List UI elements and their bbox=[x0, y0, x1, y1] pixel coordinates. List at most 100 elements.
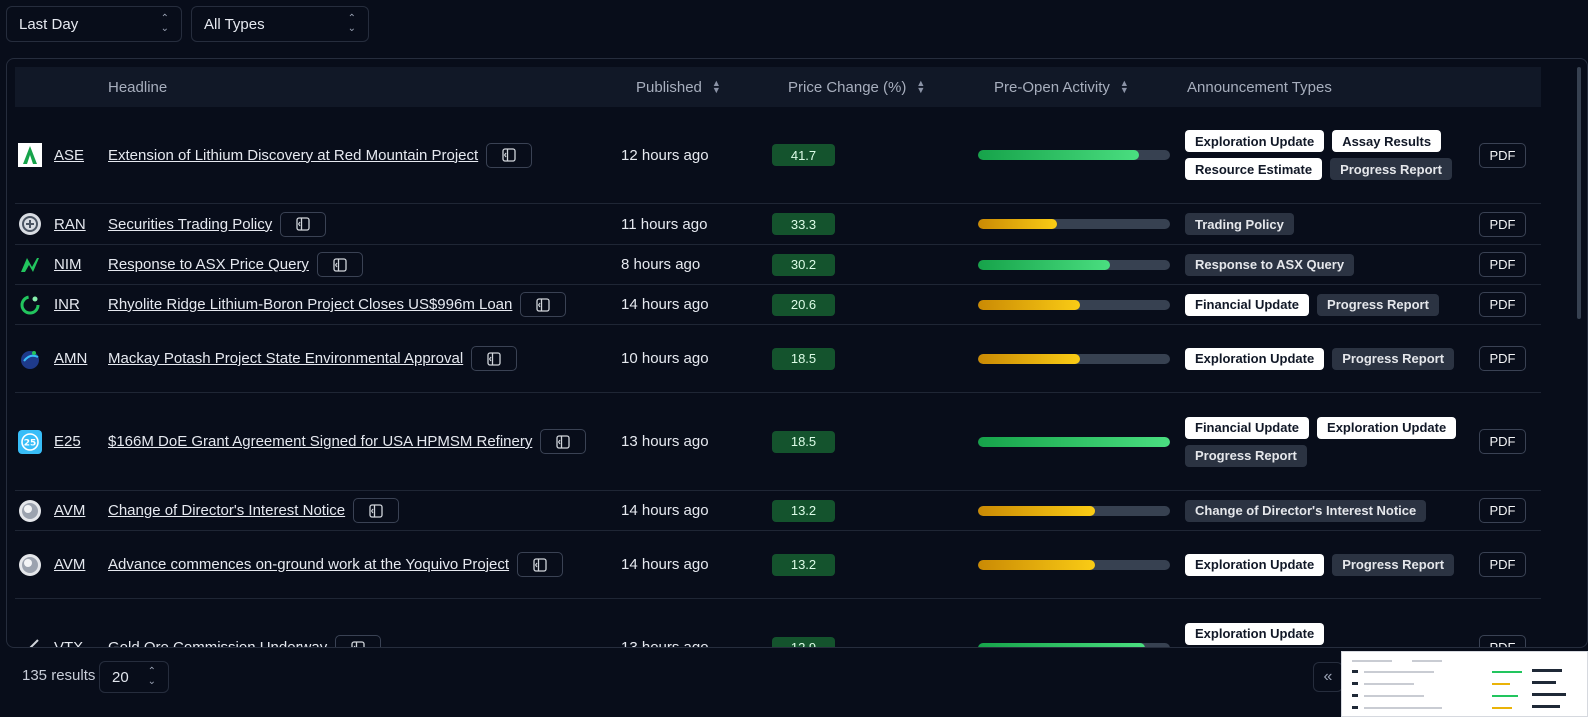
preview-button[interactable] bbox=[471, 346, 518, 371]
preview-button[interactable] bbox=[335, 635, 382, 647]
preopen-activity-cell bbox=[978, 491, 1170, 530]
vertical-scrollbar[interactable] bbox=[1577, 67, 1581, 319]
sort-chevrons-icon[interactable]: ▲ ▼ bbox=[1120, 79, 1129, 95]
announcement-type-tag[interactable]: Response to ASX Query bbox=[1185, 253, 1355, 276]
ticker-cell: AMN bbox=[54, 325, 87, 392]
preview-button[interactable] bbox=[316, 252, 363, 277]
ticker-link[interactable]: AVM bbox=[54, 556, 85, 573]
headline-link[interactable]: $166M DoE Grant Agreement Signed for USA… bbox=[108, 433, 532, 450]
preview-button[interactable] bbox=[517, 552, 564, 577]
headline-link[interactable]: Rhyolite Ridge Lithium-Boron Project Clo… bbox=[108, 296, 512, 313]
announcement-type-tag[interactable]: Change of Director's Interest Notice bbox=[1185, 499, 1427, 522]
table-row: AVM Advance commences on-ground work at … bbox=[15, 531, 1541, 599]
preopen-activity-fill bbox=[978, 505, 1096, 516]
announcement-type-tag[interactable]: Progress Report bbox=[1332, 553, 1455, 576]
ticker-cell: AVM bbox=[54, 531, 85, 598]
pdf-button[interactable]: PDF bbox=[1479, 552, 1526, 577]
pdf-button[interactable]: PDF bbox=[1479, 346, 1526, 371]
headline-link[interactable]: Gold Ore Commission Underway bbox=[108, 639, 327, 647]
pdf-button[interactable]: PDF bbox=[1479, 211, 1526, 237]
preopen-activity-fill bbox=[978, 353, 1080, 364]
sidebar-preview-icon bbox=[533, 557, 547, 572]
first-page-button[interactable]: « bbox=[1313, 662, 1343, 692]
page-size-select[interactable]: 20 ⌃ ⌄ bbox=[99, 661, 169, 693]
preopen-activity-cell bbox=[978, 245, 1170, 284]
sort-chevrons-icon[interactable]: ▲ ▼ bbox=[712, 79, 721, 95]
announcement-type-tag[interactable]: Financial Update bbox=[1185, 293, 1310, 316]
announcement-type-tag[interactable]: Exploration Update bbox=[1317, 416, 1457, 439]
announcement-type-tag[interactable]: Progress Report bbox=[1332, 347, 1455, 370]
headline-link[interactable]: Advance commences on-ground work at the … bbox=[108, 556, 509, 573]
ticker-link[interactable]: NIM bbox=[54, 256, 82, 273]
announcement-type-tag[interactable]: Progress Report bbox=[1317, 293, 1439, 316]
price-change-badge: 13.2 bbox=[772, 553, 835, 576]
pdf-cell: PDF bbox=[1479, 245, 1526, 284]
pdf-button[interactable]: PDF bbox=[1479, 498, 1526, 523]
published-time: 12 hours ago bbox=[621, 146, 709, 164]
announcement-type-tag[interactable]: Exploration Update bbox=[1185, 347, 1325, 370]
sort-chevrons-icon[interactable]: ▲ ▼ bbox=[916, 79, 925, 95]
announcement-type-tag[interactable]: Resource Estimate bbox=[1185, 158, 1323, 180]
sidebar-preview-icon bbox=[296, 217, 310, 231]
announcement-type-tag[interactable]: Exploration Update bbox=[1185, 553, 1325, 576]
column-header-announcement-types: Announcement Types bbox=[1187, 67, 1332, 107]
preview-button[interactable] bbox=[486, 142, 533, 168]
table-row: VTX Gold Ore Commission Underway 13 hour… bbox=[15, 599, 1541, 647]
sidebar-preview-icon bbox=[502, 148, 516, 162]
headline-link[interactable]: Securities Trading Policy bbox=[108, 216, 272, 233]
price-change-cell: 13.2 bbox=[772, 531, 835, 598]
headline-link[interactable]: Response to ASX Price Query bbox=[108, 256, 309, 273]
announcement-type-tag[interactable]: Assay Results bbox=[1332, 130, 1442, 152]
announcement-type-select[interactable]: All Types ⌃ ⌄ bbox=[191, 6, 369, 42]
table-row: NIM Response to ASX Price Query 8 hours … bbox=[15, 245, 1541, 285]
announcement-type-tag[interactable]: Exploration Update bbox=[1185, 130, 1325, 152]
e25-logo-icon: 25 bbox=[18, 429, 42, 454]
announcement-type-tag[interactable]: Progress Report bbox=[1330, 158, 1452, 180]
column-header-price-change[interactable]: Price Change (%) ▲ ▼ bbox=[788, 67, 925, 107]
announcement-types-cell: Trading Policy bbox=[1185, 204, 1470, 244]
headline-link[interactable]: Change of Director's Interest Notice bbox=[108, 502, 345, 519]
avm-logo-icon bbox=[18, 499, 42, 523]
date-range-select[interactable]: Last Day ⌃ ⌄ bbox=[6, 6, 182, 42]
price-change-cell: 12.9 bbox=[772, 599, 835, 647]
preopen-activity-cell bbox=[978, 393, 1170, 490]
logo-cell bbox=[15, 325, 45, 392]
announcement-type-tag[interactable]: Trading Policy bbox=[1185, 213, 1294, 235]
announcement-type-tag[interactable]: Exploration Update bbox=[1185, 622, 1325, 645]
ticker-link[interactable]: INR bbox=[54, 296, 80, 313]
ticker-link[interactable]: RAN bbox=[54, 216, 86, 233]
table-row: 25 E25 $166M DoE Grant Agreement Signed … bbox=[15, 393, 1541, 491]
svg-text:25: 25 bbox=[24, 438, 37, 448]
headline-cell: Mackay Potash Project State Environmenta… bbox=[108, 325, 518, 392]
chevron-updown-icon: ⌃ ⌄ bbox=[347, 13, 356, 34]
pdf-button[interactable]: PDF bbox=[1479, 429, 1526, 454]
pdf-button[interactable]: PDF bbox=[1479, 635, 1526, 647]
preopen-activity-fill bbox=[978, 436, 1170, 447]
ticker-link[interactable]: E25 bbox=[54, 433, 81, 450]
ticker-link[interactable]: AMN bbox=[54, 350, 87, 367]
ticker-link[interactable]: ASE bbox=[54, 147, 84, 164]
pdf-cell: PDF bbox=[1479, 531, 1526, 598]
headline-cell: Extension of Lithium Discovery at Red Mo… bbox=[108, 107, 533, 203]
preview-button[interactable] bbox=[540, 429, 587, 454]
headline-link[interactable]: Extension of Lithium Discovery at Red Mo… bbox=[108, 147, 478, 164]
preview-button[interactable] bbox=[280, 211, 327, 237]
preview-button[interactable] bbox=[353, 498, 400, 523]
ticker-link[interactable]: VTX bbox=[54, 639, 83, 647]
headline-link[interactable]: Mackay Potash Project State Environmenta… bbox=[108, 350, 463, 367]
published-time: 10 hours ago bbox=[621, 350, 709, 367]
pdf-button[interactable]: PDF bbox=[1479, 292, 1526, 317]
announcement-type-tag[interactable]: Financial Update bbox=[1185, 416, 1310, 439]
announcement-type-tag[interactable]: Progress Report bbox=[1185, 444, 1307, 467]
ticker-link[interactable]: AVM bbox=[54, 502, 85, 519]
pdf-cell: PDF bbox=[1479, 491, 1526, 530]
pdf-button[interactable]: PDF bbox=[1479, 142, 1526, 168]
column-label: Price Change (%) bbox=[788, 78, 907, 96]
pdf-button[interactable]: PDF bbox=[1479, 252, 1526, 277]
headline-cell: Rhyolite Ridge Lithium-Boron Project Clo… bbox=[108, 285, 567, 324]
preopen-activity-fill bbox=[978, 299, 1080, 310]
preview-button[interactable] bbox=[520, 292, 567, 317]
amn-logo-icon bbox=[18, 347, 42, 371]
column-header-published[interactable]: Published ▲ ▼ bbox=[636, 67, 721, 107]
column-header-preopen-activity[interactable]: Pre-Open Activity ▲ ▼ bbox=[994, 67, 1129, 107]
